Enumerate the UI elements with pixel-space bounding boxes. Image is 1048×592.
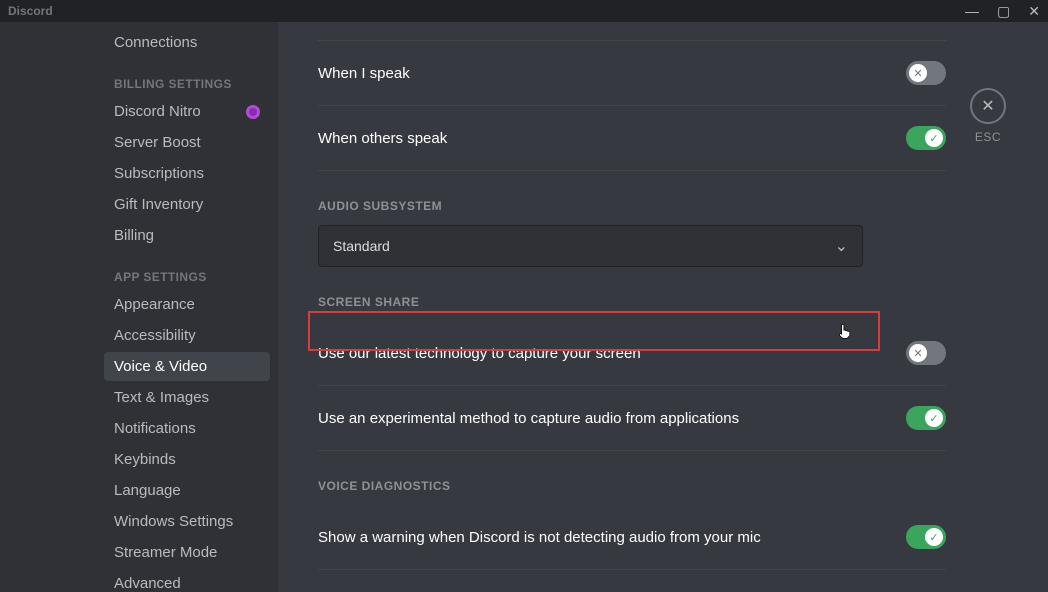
sidebar-item-server-boost[interactable]: Server Boost (104, 128, 270, 157)
setting-experimental-audio-capture: Use an experimental method to capture au… (318, 386, 946, 451)
dropdown-audio-subsystem[interactable]: Standard ⌄ (318, 225, 863, 267)
chevron-down-icon: ⌄ (835, 236, 848, 256)
section-title-debugging: DEBUGGING (318, 570, 946, 592)
close-settings-area: ✕ ESC (970, 88, 1006, 144)
window-titlebar: Discord — ▢ ✕ (0, 0, 1048, 22)
app-brand: Discord (8, 4, 53, 18)
setting-latest-capture-tech: Use our latest technology to capture you… (318, 321, 946, 386)
sidebar-item-subscriptions[interactable]: Subscriptions (104, 159, 270, 188)
section-title-voice-diagnostics: VOICE DIAGNOSTICS (318, 451, 946, 505)
sidebar-item-advanced[interactable]: Advanced (104, 569, 270, 592)
nitro-badge-icon (246, 105, 260, 119)
setting-label: When I speak (318, 65, 906, 82)
section-title-screen-share: SCREEN SHARE (318, 267, 946, 321)
setting-when-i-speak: When I speak ✕ (318, 41, 946, 106)
sidebar-item-text-images[interactable]: Text & Images (104, 383, 270, 412)
toggle-experimental-audio-capture[interactable]: ✓ (906, 406, 946, 430)
sidebar-header-billing: BILLING SETTINGS (104, 59, 270, 97)
sidebar-item-voice-video[interactable]: Voice & Video (104, 352, 270, 381)
dropdown-value: Standard (333, 238, 390, 254)
window-minimize-icon[interactable]: — (965, 4, 979, 18)
setting-label: Show a warning when Discord is not detec… (318, 529, 906, 546)
sidebar-item-discord-nitro[interactable]: Discord Nitro (104, 97, 270, 126)
sidebar-item-billing[interactable]: Billing (104, 221, 270, 250)
toggle-latest-capture-tech[interactable]: ✕ (906, 341, 946, 365)
window-close-icon[interactable]: ✕ (1028, 4, 1040, 18)
close-label: ESC (975, 130, 1001, 144)
sidebar-header-app: APP SETTINGS (104, 252, 270, 290)
close-icon: ✕ (981, 96, 994, 116)
setting-when-others-speak: When others speak ✓ (318, 106, 946, 171)
window-buttons: — ▢ ✕ (965, 4, 1040, 18)
window-maximize-icon[interactable]: ▢ (997, 4, 1010, 18)
setting-label: Use an experimental method to capture au… (318, 410, 906, 427)
settings-content: When I speak ✕ When others speak ✓ AUDIO… (278, 22, 1048, 592)
sidebar-item-language[interactable]: Language (104, 476, 270, 505)
sidebar-item-notifications[interactable]: Notifications (104, 414, 270, 443)
section-title-audio-subsystem: AUDIO SUBSYSTEM (318, 171, 946, 225)
sidebar-item-streamer-mode[interactable]: Streamer Mode (104, 538, 270, 567)
toggle-mic-warning[interactable]: ✓ (906, 525, 946, 549)
setting-label: When others speak (318, 130, 906, 147)
setting-mic-warning: Show a warning when Discord is not detec… (318, 505, 946, 570)
settings-sidebar: Connections BILLING SETTINGS Discord Nit… (0, 22, 278, 592)
sidebar-item-connections[interactable]: Connections (104, 28, 270, 57)
close-settings-button[interactable]: ✕ (970, 88, 1006, 124)
toggle-when-others-speak[interactable]: ✓ (906, 126, 946, 150)
sidebar-item-label: Discord Nitro (114, 103, 201, 120)
sidebar-item-gift-inventory[interactable]: Gift Inventory (104, 190, 270, 219)
sidebar-item-accessibility[interactable]: Accessibility (104, 321, 270, 350)
sidebar-item-windows-settings[interactable]: Windows Settings (104, 507, 270, 536)
setting-label: Use our latest technology to capture you… (318, 345, 906, 362)
sidebar-item-keybinds[interactable]: Keybinds (104, 445, 270, 474)
sidebar-item-appearance[interactable]: Appearance (104, 290, 270, 319)
toggle-when-i-speak[interactable]: ✕ (906, 61, 946, 85)
